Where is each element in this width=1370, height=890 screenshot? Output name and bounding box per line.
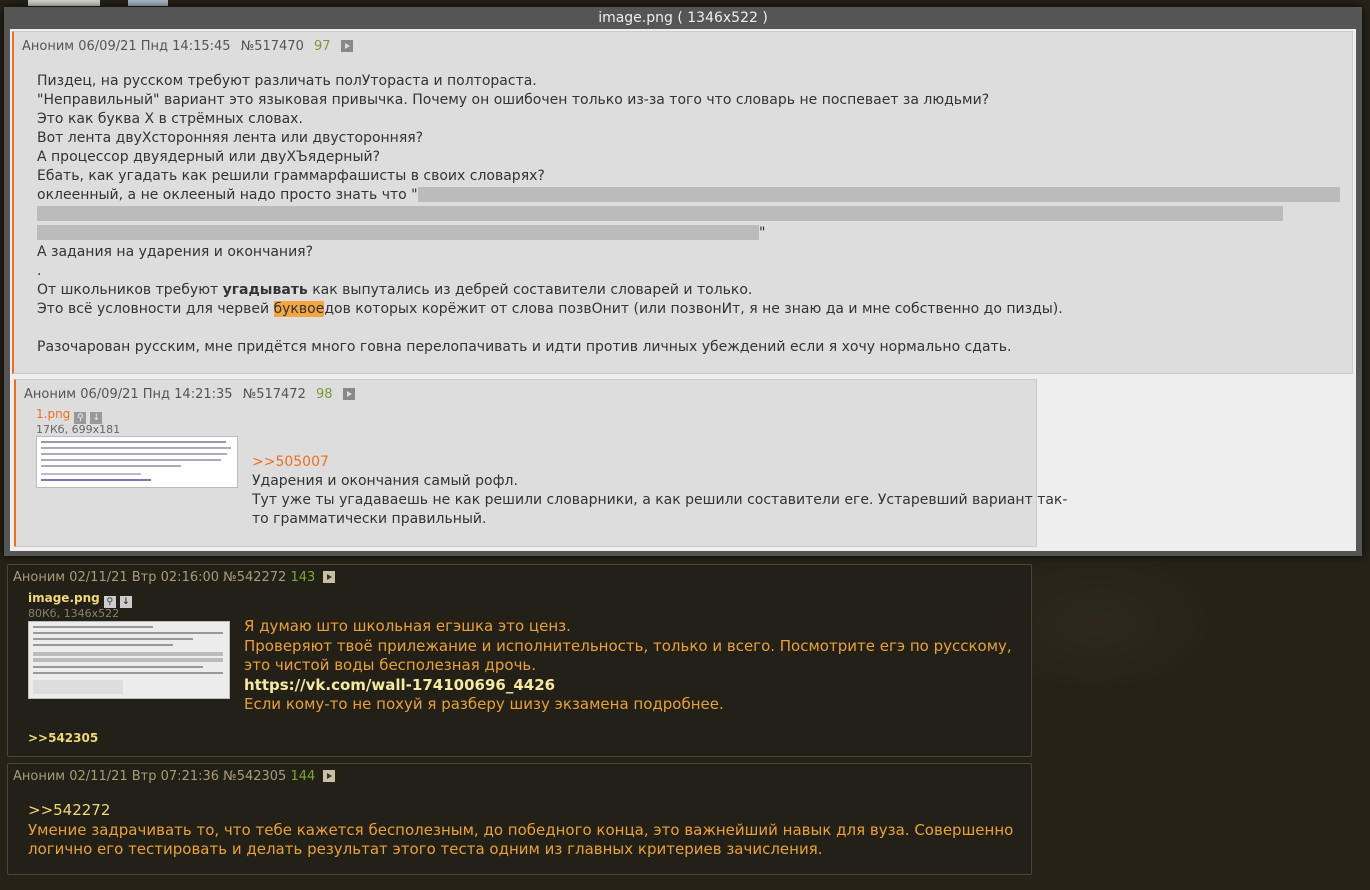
file-info: 1.png ⚲ ↓	[36, 407, 103, 424]
image-thumbnail[interactable]	[28, 621, 230, 699]
spoiler[interactable]	[417, 187, 1340, 202]
post-author: Аноним	[13, 570, 66, 585]
post-line: Если кому-то не похуй я разберу шизу экз…	[244, 695, 724, 713]
file-meta: 80Кб, 1346x522	[28, 607, 120, 620]
post-date: 02/11/21 Втр 07:21:36	[69, 769, 220, 784]
file-info: image.png ⚲ ↓	[28, 591, 132, 608]
post-author: Аноним	[13, 769, 66, 784]
post-number[interactable]: №517472	[243, 387, 306, 402]
post-author: Аноним	[22, 39, 75, 54]
post-line: Это как буква Х в стрёмных словах.	[37, 111, 303, 127]
post-number[interactable]: №542305	[223, 769, 286, 784]
post-line: логично его тестировать и делать результ…	[28, 840, 823, 858]
modal-title: image.png ( 1346x522 )	[598, 10, 768, 26]
modal-image[interactable]: Аноним 06/09/21 Пнд 14:15:45 №517470 97 …	[10, 29, 1356, 551]
post: Аноним 02/11/21 Втр 02:16:00 №542272 143…	[7, 564, 1032, 757]
post-count: 97	[314, 39, 331, 54]
post-line-text: дов которых корёжит от слова позвОнит (и…	[324, 301, 1063, 317]
post-body: Пиздец, на русском требуют различать пол…	[37, 72, 1340, 357]
post-line-text: От школьников требуют	[37, 282, 223, 298]
play-icon[interactable]	[342, 388, 355, 400]
post-author: Аноним	[24, 387, 77, 402]
post-line: Проверяют твоё прилежание и исполнительн…	[244, 636, 1012, 655]
thumbnail-peek[interactable]	[28, 0, 100, 6]
post-line: Я думаю што школьная егэшка это ценз.	[244, 617, 571, 635]
play-icon[interactable]	[340, 40, 353, 52]
post-count: 98	[316, 387, 333, 402]
post-line: оклеенный, а не оклееный надо просто зна…	[37, 186, 1340, 205]
post-line: От школьников требуют угадывать как выпу…	[37, 281, 1340, 300]
post-line: Ударения и окончания самый рофл.	[252, 473, 518, 489]
play-icon[interactable]	[323, 571, 336, 583]
post-line-text: как выпутались из дебрей составители сло…	[307, 282, 753, 298]
spoiler[interactable]	[37, 225, 759, 240]
quote-mark: "	[759, 225, 766, 241]
backlink[interactable]: >>542305	[28, 731, 98, 745]
post-header: Аноним 02/11/21 Втр 07:21:36 №542305 144	[13, 769, 336, 784]
post: Аноним 06/09/21 Пнд 14:21:35 №517472 98 …	[14, 379, 1067, 547]
post-line: Умение задрачивать то, что тебе кажется …	[28, 820, 1014, 839]
post-line	[37, 205, 1340, 224]
file-name-link[interactable]: image.png	[28, 591, 100, 605]
post-line: Тут уже ты угадаваешь не как решили слов…	[252, 492, 1068, 508]
post-date: 06/09/21 Пнд 14:21:35	[80, 387, 233, 402]
post-line: "	[37, 224, 1340, 243]
post-line: Вот лента двуХсторонняя лента или двусто…	[37, 130, 424, 146]
post: Аноним 06/09/21 Пнд 14:15:45 №517470 97 …	[12, 31, 1353, 374]
post-line-text: Это всё условности для червей	[37, 301, 274, 317]
download-icon[interactable]: ↓	[119, 596, 132, 608]
post-header: Аноним 06/09/21 Пнд 14:21:35 №517472 98	[24, 387, 355, 402]
post-line: А задания на ударения и окончания?	[37, 244, 314, 260]
post-line: это чистой воды бесполезная дрочь.	[244, 656, 537, 674]
reply-link[interactable]: >>505007	[252, 453, 1067, 472]
post-body: >>505007 Ударения и окончания самый рофл…	[252, 453, 1067, 529]
spoiler[interactable]	[37, 206, 1283, 221]
post-body: >>542272 Умение задрачивать то, что тебе…	[28, 801, 1013, 860]
post-number[interactable]: №542272	[223, 570, 286, 585]
post-line: "Неправильный" вариант это языковая прив…	[37, 92, 990, 108]
thumbnail-peek[interactable]	[128, 0, 168, 6]
search-highlight: буквое	[273, 301, 325, 317]
post-line-text: оклеенный, а не оклееный надо просто зна…	[37, 187, 418, 203]
post-count: 143	[290, 570, 316, 585]
post-count: 144	[290, 769, 316, 784]
file-name-link[interactable]: 1.png	[36, 407, 70, 421]
play-icon[interactable]	[323, 770, 336, 782]
post-line: А процессор двуядерный или двуХЪядерный?	[37, 149, 381, 165]
post-header: Аноним 06/09/21 Пнд 14:15:45 №517470 97	[22, 39, 353, 54]
external-link[interactable]: https://vk.com/wall-174100696_4426	[244, 676, 1012, 696]
post-line: Ебать, как угадать как решили граммарфаш…	[37, 168, 545, 184]
post-body: Я думаю што школьная егэшка это ценз. Пр…	[244, 617, 1012, 715]
post-number[interactable]: №517470	[241, 39, 304, 54]
post-line: то грамматически правильный.	[252, 511, 487, 527]
bold-text: угадывать	[222, 282, 308, 298]
post-date: 06/09/21 Пнд 14:15:45	[78, 39, 231, 54]
file-meta: 17Кб, 699x181	[36, 423, 121, 436]
post: Аноним 02/11/21 Втр 07:21:36 №542305 144…	[7, 763, 1032, 875]
reply-link[interactable]: >>542272	[28, 801, 1013, 821]
image-thumbnail[interactable]	[36, 436, 238, 488]
post-line: Пиздец, на русском требуют различать пол…	[37, 73, 537, 89]
post-date: 02/11/21 Втр 02:16:00	[69, 570, 220, 585]
post-line: Разочарован русским, мне придётся много …	[37, 339, 1012, 355]
post-header: Аноним 02/11/21 Втр 02:16:00 №542272 143	[13, 570, 336, 585]
image-viewer-modal[interactable]: image.png ( 1346x522 ) Аноним 06/09/21 П…	[4, 7, 1362, 556]
post-line: .	[37, 263, 42, 279]
post-line: Это всё условности для червей буквоедов …	[37, 300, 1340, 319]
